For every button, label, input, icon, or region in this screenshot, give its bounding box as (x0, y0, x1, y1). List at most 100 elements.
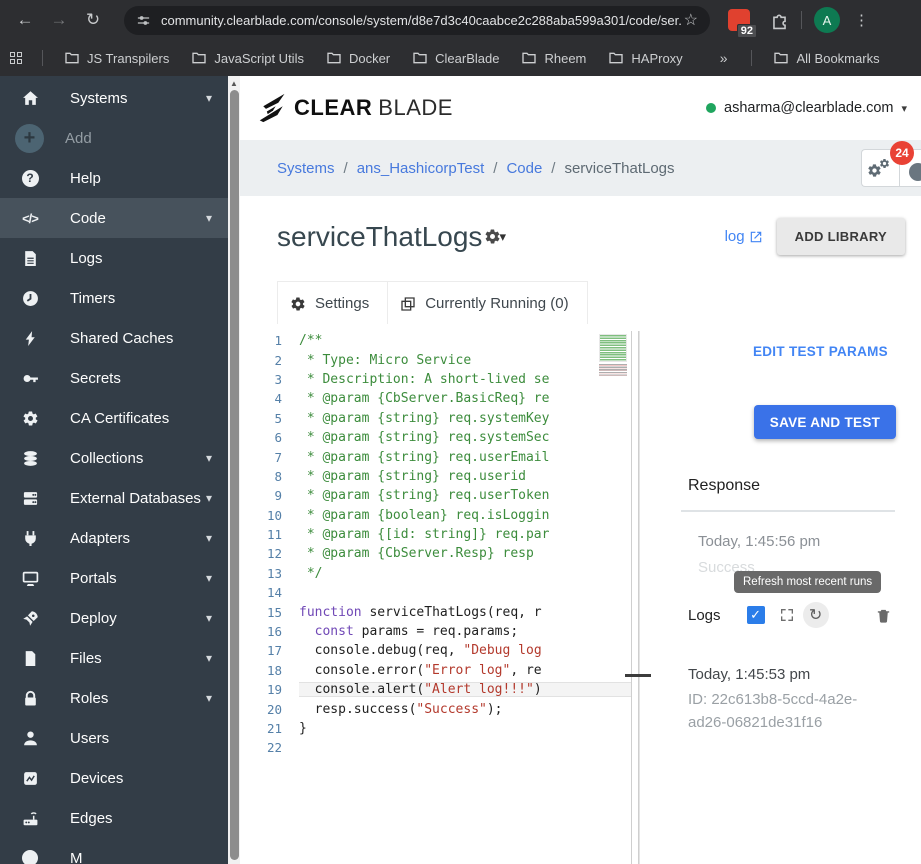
extensions-icon[interactable] (770, 11, 789, 30)
sidebar-item-adapters[interactable]: Adapters ▾ (0, 518, 228, 558)
bookmark-folder[interactable]: JS Transpilers (64, 50, 169, 66)
code-editor[interactable]: 1/** 2 * Type: Micro Service 3 * Descripti… (240, 331, 639, 864)
line-number: 1 (274, 333, 282, 349)
sidebar-item-m[interactable]: M (0, 838, 228, 864)
sidebar-item-collections[interactable]: Collections ▾ (0, 438, 228, 478)
refresh-button[interactable]: ↻ (76, 10, 110, 30)
deploy-icon (20, 608, 40, 628)
sidebar-item-help[interactable]: ? Help (0, 158, 228, 198)
sidebar-item-portals[interactable]: Portals ▾ (0, 558, 228, 598)
editor-minimap (599, 334, 627, 380)
code-line[interactable]: 18 console.error("Error log", re (240, 661, 639, 680)
breadcrumb-system-name[interactable]: ans_HashicorpTest (357, 160, 485, 177)
code-line[interactable]: 6 * @param {string} req.systemSec (240, 428, 639, 447)
notifications-button[interactable]: 24 (890, 141, 921, 187)
code-line[interactable]: 10 * @param {boolean} req.isLoggin (240, 506, 639, 525)
sidebar-item-label: External Databases (70, 489, 201, 507)
bookmarks-bar: JS Transpilers JavaScript Utils Docker Clea… (0, 40, 921, 76)
expand-logs-button[interactable] (779, 607, 795, 623)
save-and-test-button[interactable]: SAVE AND TEST (754, 405, 896, 439)
add-library-button[interactable]: ADD LIBRARY (776, 218, 905, 255)
code-line[interactable]: 2 * Type: Micro Service (240, 350, 639, 369)
sidebar-item-files[interactable]: Files ▾ (0, 638, 228, 678)
code-line[interactable]: 4 * @param {CbServer.BasicReq} re (240, 389, 639, 408)
tab-currently-running[interactable]: Currently Running (0) (387, 282, 588, 324)
code-line[interactable]: 9 * @param {string} req.userToken (240, 486, 639, 505)
user-menu[interactable]: asharma@clearblade.com ▾ (706, 100, 907, 116)
sidebar-item-edges[interactable]: Edges (0, 798, 228, 838)
line-text: console.error("Error log", re (299, 662, 542, 678)
delete-runs-button[interactable] (875, 607, 892, 624)
bookmark-folder[interactable]: HAProxy (608, 50, 683, 66)
code-line[interactable]: 20 resp.success("Success"); (240, 699, 639, 718)
breadcrumb-systems[interactable]: Systems (277, 160, 335, 177)
code-line[interactable]: 11 * @param {[id: string]} req.par (240, 525, 639, 544)
tab-settings[interactable]: Settings (277, 282, 387, 324)
scrollbar-thumb[interactable] (229, 90, 239, 860)
sidebar-item-roles[interactable]: Roles ▾ (0, 678, 228, 718)
code-line[interactable]: 12 * @param {CbServer.Resp} resp (240, 544, 639, 563)
sidebar-item-code[interactable]: </> Code ▾ (0, 198, 228, 238)
line-text: * @param {string} req.userEmail (299, 449, 550, 465)
sidebar-item-label: Edges (70, 809, 113, 827)
editor-scrollbar[interactable] (631, 331, 639, 864)
log-link[interactable]: log (725, 228, 763, 245)
service-settings-menu[interactable]: ▾ (484, 228, 506, 245)
code-line[interactable]: 15 function serviceThatLogs(req, r (240, 602, 639, 621)
code-line[interactable]: 17 console.debug(req, "Debug log (240, 641, 639, 660)
code-line[interactable]: 14 (240, 583, 639, 602)
sidebar-item-external-databases[interactable]: External Databases ▾ (0, 478, 228, 518)
bookmark-folder[interactable]: Docker (326, 50, 390, 66)
all-bookmarks-button[interactable]: All Bookmarks (773, 50, 880, 66)
fullscreen-icon (779, 607, 795, 623)
bookmark-star-icon[interactable]: ☆ (682, 10, 700, 30)
forward-button[interactable]: → (42, 10, 76, 30)
bookmark-folder[interactable]: Rheem (521, 50, 586, 66)
bookmark-folder[interactable]: JavaScript Utils (191, 50, 304, 66)
sidebar-item-systems[interactable]: Systems ▾ (0, 78, 228, 118)
url-bar[interactable]: community.clearblade.com/console/system/… (124, 5, 710, 35)
code-line[interactable]: 8 * @param {string} req.userid (240, 467, 639, 486)
code-line[interactable]: 5 * @param {string} req.systemKey (240, 409, 639, 428)
code-line[interactable]: 7 * @param {string} req.userEmail (240, 447, 639, 466)
profile-avatar[interactable]: A (814, 7, 840, 33)
browser-menu-icon[interactable]: ⋮ (854, 11, 869, 29)
code-line[interactable]: 19 console.alert("Alert log!!!") (240, 680, 639, 699)
site-settings-icon[interactable] (136, 13, 151, 28)
code-line[interactable]: 16 const params = req.params; (240, 622, 639, 641)
bookmark-folder[interactable]: ClearBlade (412, 50, 499, 66)
code-line[interactable]: 13 */ (240, 564, 639, 583)
sidebar-nav: Systems ▾ + Add? Help </> Code ▾ Logs Timers Share… (0, 76, 228, 864)
sidebar-item-deploy[interactable]: Deploy ▾ (0, 598, 228, 638)
breadcrumb-code[interactable]: Code (506, 160, 542, 177)
back-button[interactable]: ← (8, 10, 42, 30)
sidebar-item-label: Code (70, 209, 106, 227)
sidebar-item-users[interactable]: Users (0, 718, 228, 758)
sidebar-item-secrets[interactable]: Secrets (0, 358, 228, 398)
line-text: */ (299, 565, 323, 581)
apps-grid-icon[interactable] (10, 52, 22, 64)
panel-resize-handle[interactable] (625, 674, 651, 677)
sidebar-item-logs[interactable]: Logs (0, 238, 228, 278)
refresh-runs-button[interactable]: ↻ (802, 602, 829, 628)
test-panel: EDIT TEST PARAMS SAVE AND TEST Response … (639, 331, 921, 864)
logs-checkbox[interactable]: ✓ (746, 606, 765, 624)
code-line[interactable]: 21} (240, 719, 639, 738)
sidebar-item-timers[interactable]: Timers (0, 278, 228, 318)
line-text: console.debug(req, "Debug log (299, 643, 542, 659)
chevron-down-icon: ▾ (205, 531, 212, 545)
sidebar-item-add[interactable]: + Add (0, 118, 228, 158)
sidebar-scrollbar[interactable]: ▲ (228, 76, 240, 864)
code-line[interactable]: 22 (240, 738, 639, 757)
edit-test-params-button[interactable]: EDIT TEST PARAMS (640, 331, 921, 359)
sidebar-item-shared-caches[interactable]: Shared Caches (0, 318, 228, 358)
sidebar-item-ca-certificates[interactable]: CA Certificates (0, 398, 228, 438)
adblock-extension-icon[interactable]: 92 (728, 9, 757, 38)
line-number: 21 (266, 721, 282, 736)
code-line[interactable]: 1 /** (240, 331, 639, 350)
response-heading: Response (688, 477, 761, 494)
scroll-up-arrow-icon[interactable]: ▲ (230, 79, 238, 88)
sidebar-item-devices[interactable]: Devices (0, 758, 228, 798)
code-line[interactable]: 3 * Description: A short-lived se (240, 370, 639, 389)
bookmarks-overflow-chevron[interactable]: » (720, 50, 728, 66)
